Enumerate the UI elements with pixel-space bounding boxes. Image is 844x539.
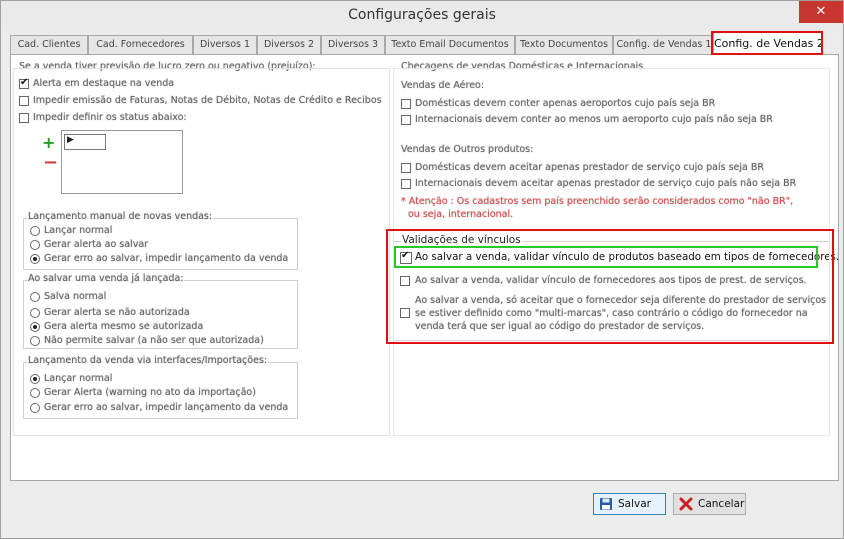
tab-diversos-1[interactable]: Diversos 1 [193,35,257,54]
cancel-x-icon [679,497,693,511]
window-title: Configurações gerais [348,7,496,23]
tab-cad-fornecedores[interactable]: Cad. Fornecedores [88,35,193,54]
tab-texto-documentos[interactable]: Texto Documentos [515,35,613,54]
save-button[interactable]: Salvar [593,493,666,515]
option-green-highlight [394,246,818,268]
tab-diversos-3[interactable]: Diversos 3 [321,35,385,54]
cancel-button-label: Cancelar [698,498,745,510]
tab-texto-email-documentos[interactable]: Texto Email Documentos [385,35,515,54]
left-column-frame [13,68,390,436]
tab-cad-clientes[interactable]: Cad. Clientes [10,35,88,54]
close-button[interactable]: ✕ [799,1,843,23]
tab-diversos-2[interactable]: Diversos 2 [257,35,321,54]
active-tab-highlight [711,31,823,55]
title-bar: Configurações gerais ✕ [1,1,843,31]
floppy-disk-icon [600,498,612,510]
cancel-button[interactable]: Cancelar [673,493,746,515]
tab-config-vendas-1[interactable]: Config. de Vendas 1 [613,35,715,54]
settings-window: Configurações gerais ✕ Cad. Clientes Cad… [0,0,844,539]
close-icon: ✕ [815,4,827,19]
save-button-label: Salvar [618,498,651,510]
